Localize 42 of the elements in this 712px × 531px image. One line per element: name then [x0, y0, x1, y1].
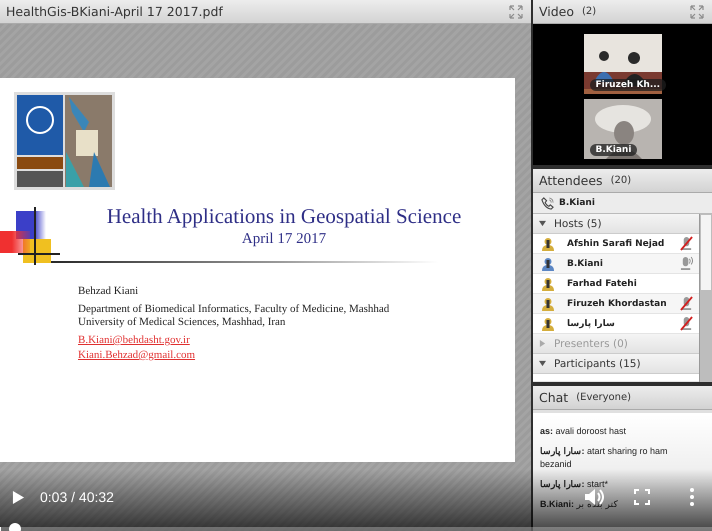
attendee-name: Afshin Sarafi Nejad: [567, 238, 664, 248]
volume-icon[interactable]: [584, 487, 606, 507]
playback-time: 0:03 / 40:32: [40, 489, 114, 505]
attendee-name: B.Kiani: [567, 258, 603, 268]
email-link[interactable]: B.Kiani@behdasht.gov.ir: [78, 334, 190, 347]
affiliation-line: University of Medical Sciences, Mashhad, Iran: [78, 316, 286, 329]
fullscreen-icon[interactable]: [634, 489, 650, 505]
expand-arrow-icon: [539, 340, 546, 347]
video-count: (2): [582, 6, 596, 17]
expand-arrow-icon: [539, 360, 546, 367]
maximize-icon[interactable]: [509, 4, 523, 18]
group-header[interactable]: Hosts (5): [533, 214, 699, 234]
phone-icon: [541, 196, 554, 210]
more-options-icon[interactable]: [690, 488, 694, 506]
attendee-row[interactable]: B.Kiani: [533, 254, 699, 274]
maximize-icon[interactable]: [690, 4, 704, 18]
chat-title: Chat: [539, 390, 568, 405]
play-icon[interactable]: [12, 490, 25, 504]
attendee-row[interactable]: Firuzeh Khordastan: [533, 294, 699, 314]
chat-scope: (Everyone): [576, 392, 632, 403]
slide-date: April 17 2017: [240, 231, 328, 248]
attendee-name: Farhad Fatehi: [567, 278, 637, 288]
expand-arrow-icon: [539, 220, 546, 227]
participant-name-label: B.Kiani: [590, 144, 638, 156]
attendee-name: B.Kiani: [559, 198, 595, 208]
attendee-row[interactable]: Afshin Sarafi Nejad: [533, 234, 699, 254]
affiliation-line: Department of Biomedical Informatics, Faculty of Medicine, Mashhad: [78, 303, 390, 316]
attendees-title: Attendees: [539, 173, 603, 188]
group-header[interactable]: Participants (15): [533, 354, 699, 374]
attendee-name: Firuzeh Khordastan: [567, 298, 667, 308]
author-name: Behzad Kiani: [78, 285, 140, 298]
squares-drawing: [0, 206, 60, 266]
attendees-count: (20): [610, 175, 632, 186]
attendee-row[interactable]: سارا پارسا: [533, 314, 699, 334]
scrollbar[interactable]: [699, 214, 712, 382]
chat-message: as: avali doroost hast: [540, 425, 626, 438]
document-title: HealthGis-BKiani-April 17 2017.pdf: [6, 4, 223, 19]
slide-title: Health Applications in Geospatial Science: [106, 204, 462, 229]
attendee-name: سارا پارسا: [567, 318, 615, 328]
email-link[interactable]: Kiani.Behzad@gmail.com: [78, 349, 196, 362]
video-title: Video: [539, 4, 574, 19]
participant-name-label: Firuzeh Kh...: [590, 79, 666, 91]
